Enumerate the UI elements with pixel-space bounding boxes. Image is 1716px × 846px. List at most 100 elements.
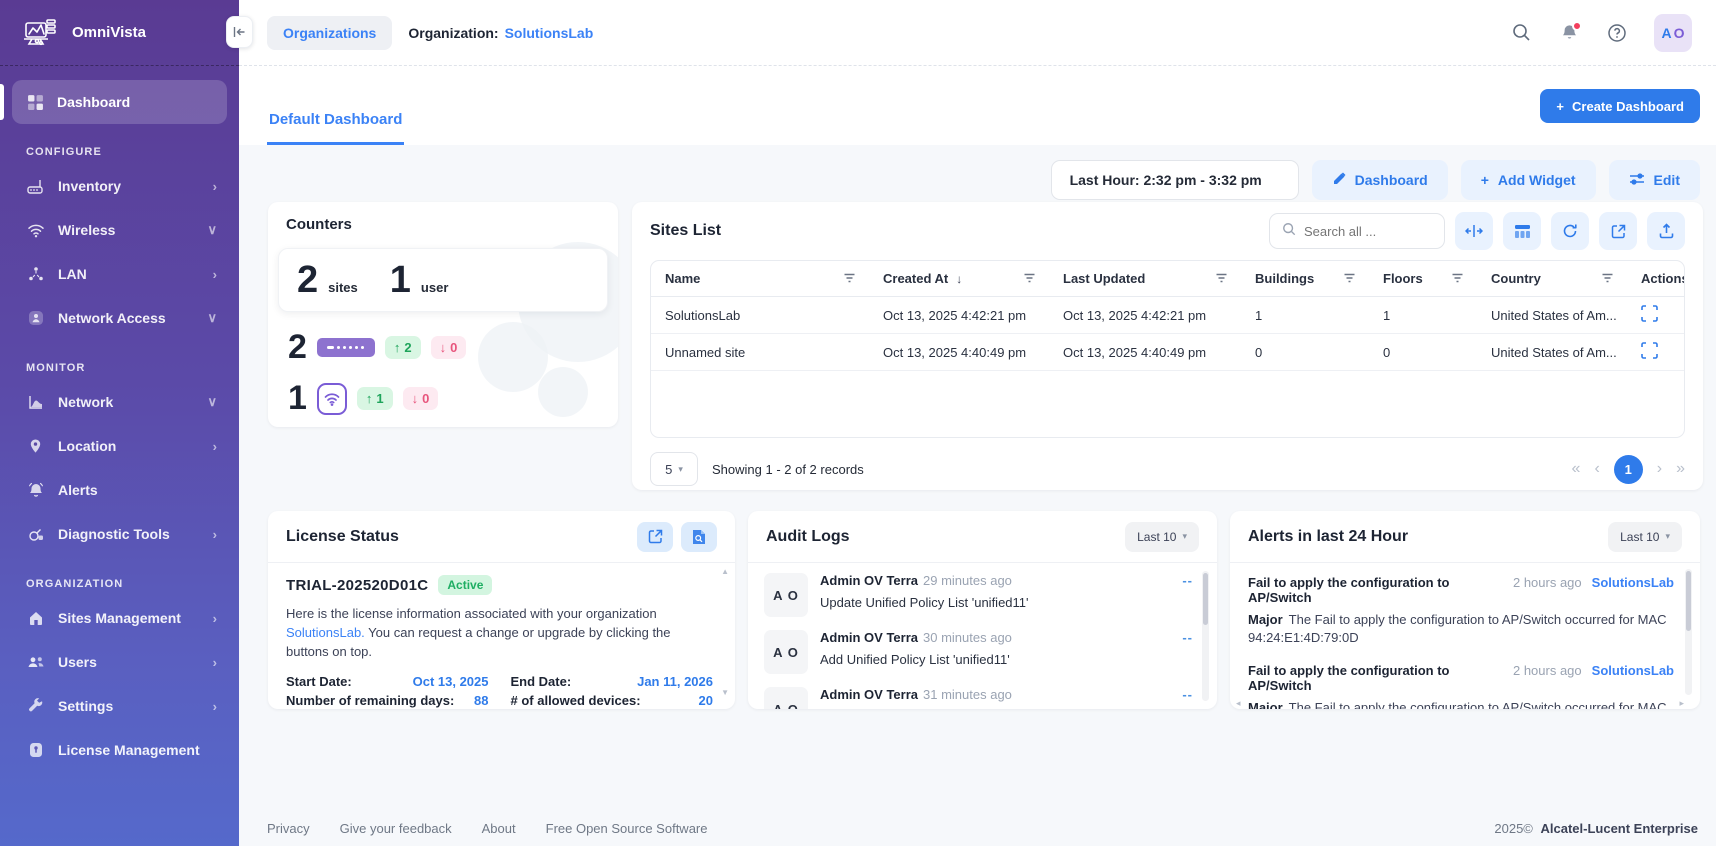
sidebar-item-sites-management[interactable]: Sites Management ›: [0, 596, 239, 640]
list-item[interactable]: A O Admin OV Terra30 minutes ago Add Uni…: [764, 630, 1193, 674]
sidebar-item-wireless[interactable]: Wireless ∨: [0, 208, 239, 252]
filter-icon[interactable]: [1344, 271, 1355, 286]
list-item[interactable]: Fail to apply the configuration to AP/Sw…: [1248, 575, 1674, 647]
sidebar-item-network[interactable]: Network ∨: [0, 380, 239, 424]
audit-action: Update Unified Policy List 'unified11': [820, 595, 1170, 610]
dashboard-view-button[interactable]: Dashboard: [1312, 160, 1448, 200]
first-page-icon[interactable]: «: [1572, 460, 1581, 478]
scroll-left-icon[interactable]: ◂: [1236, 698, 1241, 709]
license-document-search-button[interactable]: [681, 522, 717, 552]
expand-site-icon[interactable]: [1641, 342, 1658, 362]
edit-button[interactable]: Edit: [1609, 160, 1700, 200]
search-icon[interactable]: [1510, 22, 1532, 44]
scrollbar-thumb[interactable]: [1686, 571, 1691, 631]
audit-scrollbar[interactable]: [1202, 571, 1209, 701]
sidebar-item-network-access[interactable]: Network Access ∨: [0, 296, 239, 340]
list-item[interactable]: A O Admin OV Terra29 minutes ago Update …: [764, 573, 1193, 617]
open-external-button[interactable]: [1599, 212, 1637, 250]
cell-floors: 1: [1369, 308, 1477, 323]
scroll-right-icon[interactable]: ▸: [1679, 698, 1684, 709]
footer-link-about[interactable]: About: [482, 821, 516, 836]
switches-count: 2: [288, 332, 307, 363]
column-header-last-updated[interactable]: Last Updated: [1049, 271, 1241, 286]
create-dashboard-button[interactable]: + Create Dashboard: [1540, 89, 1700, 123]
current-page-button[interactable]: 1: [1614, 455, 1643, 484]
alert-time: 2 hours ago: [1513, 663, 1582, 678]
column-header-country[interactable]: Country: [1477, 271, 1627, 286]
logo-row: OmniVista: [0, 0, 239, 66]
app-title: OmniVista: [72, 24, 146, 41]
footer-link-privacy[interactable]: Privacy: [267, 821, 310, 836]
sidebar-item-label: Location: [58, 438, 200, 454]
column-header-created-at[interactable]: Created At↓: [869, 271, 1049, 286]
add-widget-button[interactable]: + Add Widget: [1461, 160, 1596, 200]
alert-severity: Major: [1248, 612, 1283, 627]
footer-link-feedback[interactable]: Give your feedback: [340, 821, 452, 836]
export-upload-button[interactable]: [1647, 212, 1685, 250]
cell-country: United States of Am...: [1477, 345, 1627, 360]
filter-icon[interactable]: [1216, 271, 1227, 286]
filter-icon[interactable]: [1024, 271, 1035, 286]
audit-more-icon[interactable]: --: [1182, 573, 1193, 617]
sites-search-input[interactable]: [1304, 224, 1414, 239]
sidebar-item-inventory[interactable]: Inventory ›: [0, 164, 239, 208]
prev-page-icon[interactable]: ‹: [1594, 460, 1599, 478]
sidebar-item-license-management[interactable]: License Management: [0, 728, 239, 772]
audit-more-icon[interactable]: --: [1182, 630, 1193, 674]
alerts-horizontal-scrollbar[interactable]: ◂▸: [1236, 699, 1684, 707]
time-range-input[interactable]: [1051, 160, 1299, 200]
expand-site-icon[interactable]: [1641, 305, 1658, 325]
scrollbar-thumb[interactable]: [1203, 573, 1208, 625]
sidebar-collapse-button[interactable]: [226, 16, 253, 48]
scroll-down-icon[interactable]: ▼: [721, 688, 729, 697]
column-header-name[interactable]: Name: [651, 271, 869, 286]
next-page-icon[interactable]: ›: [1657, 460, 1662, 478]
license-actions: [637, 522, 717, 552]
alert-site-link[interactable]: SolutionsLab: [1582, 663, 1674, 678]
audit-more-icon[interactable]: --: [1182, 687, 1193, 709]
alerts-last10-dropdown[interactable]: Last 10▾: [1608, 522, 1682, 552]
notifications-bell-icon[interactable]: [1558, 22, 1580, 44]
filter-icon[interactable]: [1452, 271, 1463, 286]
refresh-button[interactable]: [1551, 212, 1589, 250]
sidebar-item-settings[interactable]: Settings ›: [0, 684, 239, 728]
last-page-icon[interactable]: »: [1676, 460, 1685, 478]
scroll-up-icon[interactable]: ▲: [721, 567, 729, 576]
filter-icon[interactable]: [1602, 271, 1613, 286]
sidebar-item-diagnostic-tools[interactable]: Diagnostic Tools ›: [0, 512, 239, 556]
sidebar-item-users[interactable]: Users ›: [0, 640, 239, 684]
organization-name-link[interactable]: SolutionsLab: [505, 25, 594, 41]
filter-icon[interactable]: [844, 271, 855, 286]
footer-link-foss[interactable]: Free Open Source Software: [546, 821, 708, 836]
organization-link[interactable]: SolutionsLab.: [286, 625, 365, 640]
chevron-right-icon: ›: [213, 179, 217, 194]
table-row[interactable]: Unnamed site Oct 13, 2025 4:40:49 pm Oct…: [651, 334, 1684, 371]
license-open-external-button[interactable]: [637, 522, 673, 552]
sidebar-item-dashboard[interactable]: Dashboard: [12, 80, 227, 124]
fit-columns-button[interactable]: [1455, 212, 1493, 250]
audit-title: Audit Logs: [766, 528, 850, 546]
list-item[interactable]: A O Admin OV Terra31 minutes ago Add Uni…: [764, 687, 1193, 709]
audit-time: 31 minutes ago: [923, 687, 1012, 702]
alert-site-link[interactable]: SolutionsLab: [1582, 575, 1674, 590]
license-scrollbar[interactable]: ▲▼: [721, 567, 729, 697]
column-header-floors[interactable]: Floors: [1369, 271, 1477, 286]
audit-last10-dropdown[interactable]: Last 10▾: [1125, 522, 1199, 552]
help-icon[interactable]: [1606, 22, 1628, 44]
router-icon: [26, 178, 45, 195]
sidebar-item-lan[interactable]: LAN ›: [0, 252, 239, 296]
columns-settings-button[interactable]: [1503, 212, 1541, 250]
sidebar-item-location[interactable]: Location ›: [0, 424, 239, 468]
sidebar-item-alerts[interactable]: Alerts: [0, 468, 239, 512]
license-header: License Status: [268, 511, 735, 563]
column-header-buildings[interactable]: Buildings: [1241, 271, 1369, 286]
alerts-header: Alerts in last 24 Hour Last 10▾: [1230, 511, 1700, 563]
tab-default-dashboard[interactable]: Default Dashboard: [267, 111, 404, 145]
table-row[interactable]: SolutionsLab Oct 13, 2025 4:42:21 pm Oct…: [651, 297, 1684, 334]
organizations-button[interactable]: Organizations: [267, 16, 392, 50]
notification-dot: [1572, 21, 1582, 31]
page-size-select[interactable]: 5▾: [650, 452, 698, 486]
alerts-scrollbar[interactable]: [1685, 569, 1692, 695]
dashboard-button-label: Dashboard: [1355, 172, 1428, 188]
user-avatar[interactable]: A O: [1654, 14, 1692, 52]
